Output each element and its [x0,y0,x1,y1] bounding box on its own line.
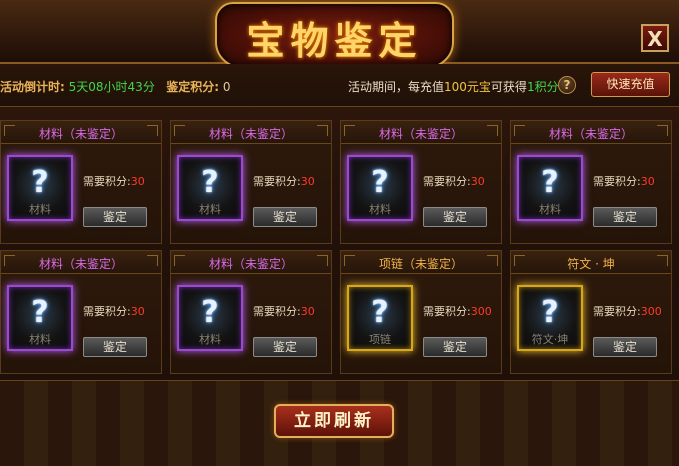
unidentified-item-icon[interactable]: ? 材料 [517,155,583,221]
appraise-button[interactable]: 鉴定 [593,207,657,227]
quick-recharge-button[interactable]: 快速充值 [591,72,670,97]
item-type-label: 材料 [29,333,51,346]
card-header: 材料（未鉴定） [1,251,161,274]
cost-label: 需要积分: [83,175,131,188]
card-title: 符文 · 坤 [567,257,615,271]
unidentified-item-icon[interactable]: ? 项链 [347,285,413,351]
window-title: 宝物鉴定 [246,18,423,63]
card-title: 材料（未鉴定） [208,127,293,141]
required-points: 需要积分:30 [83,303,145,319]
cost-value: 30 [470,175,485,188]
required-points: 需要积分:30 [593,173,655,189]
promo-text: 活动期间，每充值100元宝可获得1积分! [348,78,563,95]
cost-label: 需要积分: [593,305,641,318]
unidentified-item-icon[interactable]: ? 材料 [177,285,243,351]
cost-label: 需要积分: [423,175,471,188]
question-mark-icon: ? [541,165,559,200]
card-header: 项链（未鉴定） [341,251,501,274]
item-type-label: 符文·坤 [531,333,569,346]
question-mark-icon: ? [201,295,219,330]
item-type-label: 材料 [369,203,391,216]
appraise-button[interactable]: 鉴定 [83,337,147,357]
close-button[interactable]: X [641,24,669,52]
required-points: 需要积分:30 [253,173,315,189]
required-points: 需要积分:300 [423,303,492,319]
countdown-value: 5天08小时43分 [68,80,155,94]
cost-label: 需要积分: [593,175,641,188]
required-points: 需要积分:30 [83,173,145,189]
countdown-info: 活动倒计时: 5天08小时43分 鉴定积分: 0 [0,78,231,95]
required-points: 需要积分:30 [423,173,485,189]
item-card: 符文 · 坤 ? 符文·坤 需要积分:300 鉴定 [510,250,672,374]
required-points: 需要积分:30 [253,303,315,319]
appraise-button[interactable]: 鉴定 [253,207,317,227]
question-mark-icon: ? [371,165,389,200]
info-bar: 活动倒计时: 5天08小时43分 鉴定积分: 0 活动期间，每充值100元宝可获… [0,64,679,107]
question-mark-icon: ? [31,165,49,200]
required-points: 需要积分:300 [593,303,662,319]
card-title: 材料（未鉴定） [38,257,123,271]
points-label: 鉴定积分: [166,80,220,94]
cost-value: 30 [300,175,315,188]
promo-prefix: 活动期间，每充值 [348,80,445,94]
cost-value: 30 [640,175,655,188]
points-value: 0 [222,80,231,94]
question-mark-icon: ? [201,165,219,200]
cost-value: 30 [300,305,315,318]
card-header: 材料（未鉴定） [1,121,161,144]
card-header: 材料（未鉴定） [511,121,671,144]
promo-middle: 可获得 [490,80,527,94]
card-title: 材料（未鉴定） [548,127,633,141]
unidentified-item-icon[interactable]: ? 材料 [177,155,243,221]
unidentified-item-icon[interactable]: ? 材料 [347,155,413,221]
item-card: 材料（未鉴定） ? 材料 需要积分:30 鉴定 [0,250,162,374]
question-mark-icon: ? [31,295,49,330]
unidentified-item-icon[interactable]: ? 材料 [7,155,73,221]
item-card: 材料（未鉴定） ? 材料 需要积分:30 鉴定 [170,120,332,244]
item-type-label: 材料 [199,203,221,216]
card-title: 项链（未鉴定） [378,257,463,271]
countdown-label: 活动倒计时: [0,80,65,94]
item-type-label: 材料 [199,333,221,346]
item-type-label: 材料 [29,203,51,216]
promo-points: 1积分 [526,80,559,94]
appraise-button[interactable]: 鉴定 [423,207,487,227]
cost-label: 需要积分: [83,305,131,318]
cost-label: 需要积分: [253,175,301,188]
item-card: 材料（未鉴定） ? 材料 需要积分:30 鉴定 [0,120,162,244]
card-header: 材料（未鉴定） [341,121,501,144]
unidentified-item-icon[interactable]: ? 符文·坤 [517,285,583,351]
cost-value: 30 [130,175,145,188]
appraise-button[interactable]: 鉴定 [593,337,657,357]
title-plate: 宝物鉴定 [215,2,454,68]
item-card: 材料（未鉴定） ? 材料 需要积分:30 鉴定 [170,250,332,374]
card-header: 符文 · 坤 [511,251,671,274]
card-header: 材料（未鉴定） [171,121,331,144]
card-title: 材料（未鉴定） [378,127,463,141]
refresh-now-button[interactable]: 立即刷新 [274,404,394,438]
item-type-label: 项链 [369,333,391,346]
question-mark-icon: ? [371,295,389,330]
cost-label: 需要积分: [253,305,301,318]
cost-label: 需要积分: [423,305,471,318]
card-title: 材料（未鉴定） [208,257,293,271]
question-mark-icon: ? [541,295,559,330]
appraisal-window: 宝物鉴定 X 活动倒计时: 5天08小时43分 鉴定积分: 0 活动期间，每充值… [0,0,679,466]
cost-value: 300 [640,305,662,318]
help-icon[interactable]: ? [558,76,576,94]
card-title: 材料（未鉴定） [38,127,123,141]
promo-amount: 100元宝 [444,80,491,94]
item-card: 材料（未鉴定） ? 材料 需要积分:30 鉴定 [510,120,672,244]
appraise-button[interactable]: 鉴定 [253,337,317,357]
item-card: 项链（未鉴定） ? 项链 需要积分:300 鉴定 [340,250,502,374]
item-card: 材料（未鉴定） ? 材料 需要积分:30 鉴定 [340,120,502,244]
card-header: 材料（未鉴定） [171,251,331,274]
unidentified-item-icon[interactable]: ? 材料 [7,285,73,351]
cost-value: 300 [470,305,492,318]
item-type-label: 材料 [539,203,561,216]
appraise-button[interactable]: 鉴定 [83,207,147,227]
cost-value: 30 [130,305,145,318]
appraise-button[interactable]: 鉴定 [423,337,487,357]
